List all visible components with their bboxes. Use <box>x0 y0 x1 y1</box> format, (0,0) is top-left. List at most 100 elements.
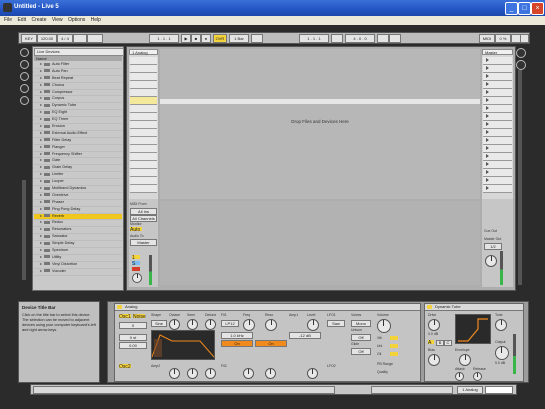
loop-switch[interactable] <box>331 34 343 43</box>
filter-env-value[interactable]: On <box>221 340 253 347</box>
envelope-display[interactable] <box>151 330 215 360</box>
expand-arrow-icon[interactable]: ▸ <box>34 207 42 213</box>
glide-select[interactable]: Off <box>351 348 371 355</box>
browser-item[interactable]: ▸ Saturator <box>34 234 122 242</box>
browser-item[interactable]: ▸ Limiter <box>34 172 122 180</box>
clip-slot[interactable] <box>130 137 157 145</box>
expand-arrow-icon[interactable]: ▸ <box>34 83 42 89</box>
clip-slot[interactable] <box>130 113 157 121</box>
output-knob[interactable] <box>495 346 509 360</box>
browser-item[interactable]: ▸ Looper <box>34 179 122 187</box>
uni-button[interactable] <box>390 344 398 348</box>
overdub-button[interactable]: OVR <box>213 34 227 43</box>
expand-arrow-icon[interactable]: ▸ <box>34 69 42 75</box>
browser-item[interactable]: ▸ Beat Repeat <box>34 76 122 83</box>
clip-slot[interactable] <box>130 121 157 129</box>
tempo-field[interactable]: 120.00 <box>37 34 57 43</box>
expand-arrow-icon[interactable]: ▸ <box>34 255 42 261</box>
browser-item[interactable]: ▸ Multiband Dynamics <box>34 186 122 193</box>
browser-item[interactable]: ▸ External Audio Effect <box>34 131 122 138</box>
follow-button[interactable] <box>87 34 103 43</box>
pan-knob[interactable] <box>132 273 142 283</box>
shape-select[interactable]: Sine <box>151 320 167 327</box>
browser-column-header[interactable]: Name <box>34 56 122 61</box>
expand-arrow-icon[interactable]: ▸ <box>34 124 42 130</box>
cue-volume-knob[interactable] <box>485 255 497 267</box>
midi-map-button[interactable]: MIDI <box>479 34 495 43</box>
filter2-freq-knob[interactable] <box>243 368 254 379</box>
clip-slot[interactable] <box>130 105 157 113</box>
osc2-semi-knob[interactable] <box>187 368 198 379</box>
expand-arrow-icon[interactable]: ▸ <box>34 172 42 178</box>
channel-select[interactable]: All Channels <box>130 215 157 222</box>
level-knob[interactable] <box>307 319 319 331</box>
browser-item[interactable]: ▸ Utility <box>34 255 122 262</box>
scene-launch[interactable] <box>483 161 512 169</box>
browser-scrollbar[interactable] <box>22 180 26 280</box>
browser-item[interactable]: ▸ Vinyl Distortion <box>34 262 122 269</box>
vib-button[interactable] <box>390 336 398 340</box>
osc2-detune-knob[interactable] <box>205 368 216 379</box>
arrangement-view-icon[interactable] <box>516 60 526 70</box>
level-value[interactable]: -12 dB <box>289 332 321 339</box>
clip-slot[interactable] <box>130 169 157 177</box>
expand-arrow-icon[interactable]: ▸ <box>34 131 42 137</box>
browser-item[interactable]: ▸ Resonators <box>34 227 122 235</box>
menu-view[interactable]: View <box>52 16 63 25</box>
expand-arrow-icon[interactable]: ▸ <box>34 138 42 144</box>
clip-slot[interactable] <box>130 161 157 169</box>
browser-item[interactable]: ▸ Compressor <box>34 90 122 97</box>
browser-item[interactable]: ▸ Ping Pong Delay <box>34 207 122 214</box>
clip-slot[interactable] <box>130 145 157 153</box>
bias-knob[interactable] <box>428 354 440 366</box>
browser-item[interactable]: ▸ Simple Delay <box>34 241 122 249</box>
browser-item[interactable]: ▸ Vocoder <box>34 269 122 276</box>
expand-arrow-icon[interactable]: ▸ <box>34 90 42 96</box>
clip-slot[interactable] <box>130 89 157 97</box>
quantize-menu[interactable]: 1 Bar <box>229 34 249 43</box>
overview-display[interactable] <box>485 386 513 394</box>
freq-value[interactable]: 1.0 kHz <box>221 332 253 339</box>
scene-launch[interactable] <box>483 153 512 161</box>
expand-arrow-icon[interactable]: ▸ <box>34 262 42 268</box>
file-browser-2-icon[interactable] <box>20 84 29 93</box>
osc1-button[interactable]: Osc1 <box>119 314 131 320</box>
analog-title-bar[interactable]: Analog <box>115 304 420 311</box>
semi-knob[interactable] <box>187 319 198 330</box>
track-title[interactable]: 1 Analog <box>129 49 158 55</box>
browser-item[interactable]: ▸ EQ Three <box>34 117 122 125</box>
browser-item[interactable]: ▸ EQ Eight <box>34 110 122 118</box>
expand-arrow-icon[interactable]: ▸ <box>34 193 42 199</box>
master-title[interactable]: Master <box>482 49 513 55</box>
tube-c-button[interactable]: C <box>444 340 452 346</box>
scene-launch[interactable] <box>483 65 512 73</box>
session-scrollbar[interactable] <box>518 70 522 285</box>
clip-slot[interactable] <box>130 185 157 193</box>
scene-launch[interactable] <box>483 137 512 145</box>
browser-item[interactable]: ▸ Overdrive <box>34 193 122 200</box>
detune-knob[interactable] <box>205 319 216 330</box>
browser-item[interactable]: ▸ Chorus <box>34 83 122 90</box>
monitor-auto-button[interactable]: Auto <box>130 227 142 233</box>
expand-arrow-icon[interactable]: ▸ <box>34 241 42 247</box>
expand-arrow-icon[interactable]: ▸ <box>34 103 42 109</box>
release-knob[interactable] <box>473 372 482 381</box>
browser-item[interactable]: ▸ Corpus <box>34 96 122 104</box>
master-out-select[interactable]: 1/2 <box>484 243 502 250</box>
arrangement-position-field[interactable]: 1 . 1 . 1 <box>149 34 179 43</box>
browser-item[interactable]: ▸ Spectrum <box>34 248 122 255</box>
expand-arrow-icon[interactable]: ▸ <box>34 220 42 226</box>
expand-arrow-icon[interactable]: ▸ <box>34 200 42 206</box>
browser-item[interactable]: ▸ Auto Pan <box>34 69 122 76</box>
expand-arrow-icon[interactable]: ▸ <box>34 186 42 192</box>
arm-button[interactable] <box>132 267 140 271</box>
expand-arrow-icon[interactable]: ▸ <box>34 165 42 171</box>
browser-item[interactable]: ▸ Reverb <box>34 213 122 221</box>
expand-arrow-icon[interactable]: ▸ <box>34 158 42 164</box>
browser-item[interactable]: ▸ Filter Delay <box>34 138 122 145</box>
maximize-button[interactable]: □ <box>518 2 531 15</box>
scene-launch[interactable] <box>483 185 512 193</box>
scene-launch[interactable] <box>483 57 512 65</box>
browser-item[interactable]: ▸ Phaser <box>34 200 122 207</box>
device-power-icon[interactable] <box>117 305 122 309</box>
